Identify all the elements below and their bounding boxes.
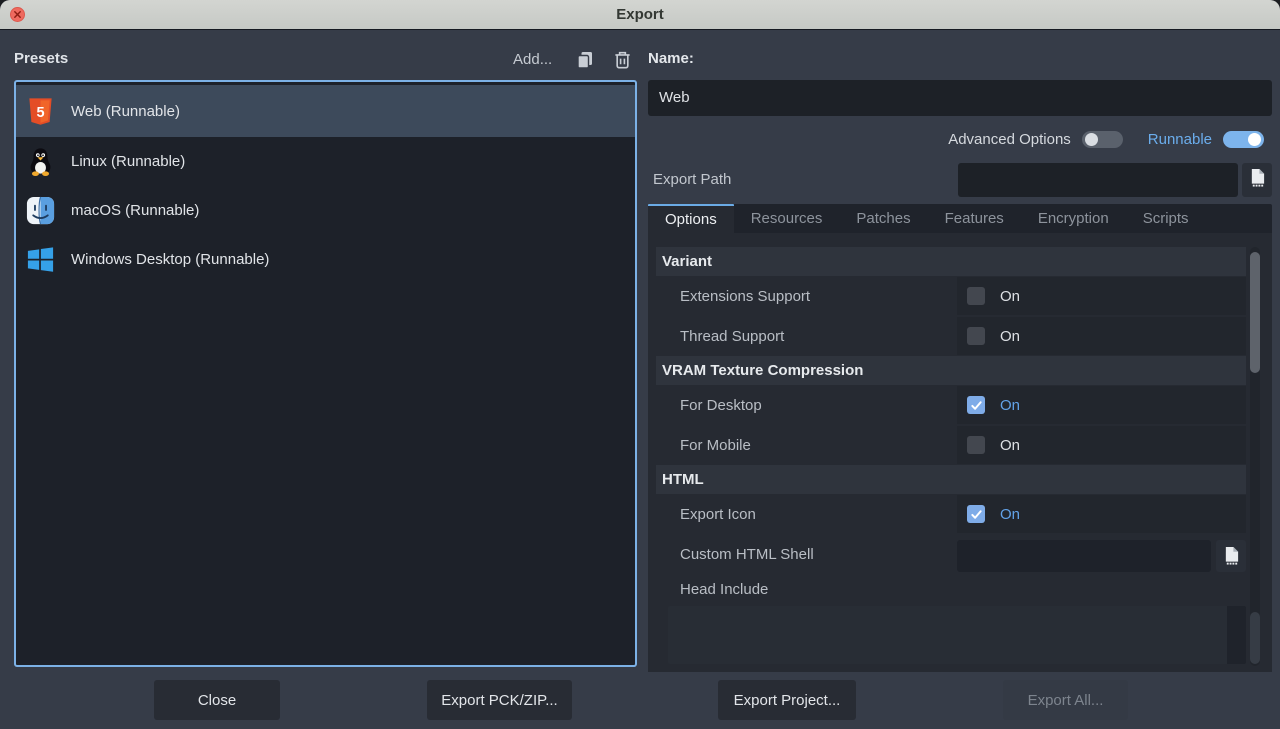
advanced-options-label: Advanced Options [948, 131, 1071, 148]
options-scrollbar-thumb-lower[interactable] [1250, 612, 1260, 664]
checkbox-state-label: On [1000, 506, 1020, 523]
property-label: For Desktop [656, 385, 957, 425]
property-label: Custom HTML Shell [656, 534, 957, 574]
property-value: On [957, 277, 1246, 315]
section-label: Variant [662, 253, 712, 270]
duplicate-icon [575, 50, 595, 70]
property-label: For Mobile [656, 425, 957, 465]
property-row-for-desktop: For Desktop On [656, 385, 1246, 425]
window-close-button[interactable] [10, 7, 25, 22]
preset-item-windows-desktop-runnable[interactable]: Windows Desktop (Runnable) [16, 235, 635, 284]
preset-item-label: macOS (Runnable) [71, 202, 199, 219]
preset-item-macos-runnable[interactable]: macOS (Runnable) [16, 186, 635, 235]
options-scrollbar-thumb[interactable] [1250, 252, 1260, 373]
head-include-textarea[interactable] [668, 606, 1246, 664]
preset-item-label: Windows Desktop (Runnable) [71, 251, 269, 268]
tab-resources[interactable]: Resources [734, 204, 840, 233]
property-value: On [957, 317, 1246, 355]
property-row-export-icon: Export Icon On [656, 494, 1246, 534]
property-label: Head Include [656, 574, 957, 604]
property-value: On [957, 386, 1246, 424]
custom-html-shell-browse-button[interactable] [1216, 540, 1246, 572]
property-value [957, 535, 1246, 573]
section-label: HTML [662, 471, 704, 488]
export-dialog: Export Presets Add... 5 Web (Runnable) Lin… [0, 0, 1280, 729]
checkbox-state-label: On [1000, 328, 1020, 345]
checkbox-for-mobile[interactable] [967, 436, 985, 454]
section-header-variant: Variant [656, 247, 1246, 276]
preset-list[interactable]: 5 Web (Runnable) Linux (Runnable) macOS (Ru… [14, 80, 637, 667]
titlebar[interactable]: Export [0, 0, 1280, 30]
checkbox-state-label: On [1000, 397, 1020, 414]
preset-item-label: Web (Runnable) [71, 103, 180, 120]
export-path-input[interactable] [958, 163, 1238, 197]
property-label: Thread Support [656, 316, 957, 356]
file-dialog-icon [1249, 168, 1266, 192]
options-panel: VariantExtensions SupportOnThread Suppor… [648, 233, 1272, 672]
tab-scripts[interactable]: Scripts [1126, 204, 1206, 233]
runnable-label: Runnable [1148, 131, 1212, 148]
section-label: VRAM Texture Compression [662, 362, 863, 379]
checkbox-state-label: On [1000, 437, 1020, 454]
property-row-extensions-support: Extensions Support On [656, 276, 1246, 316]
section-header-vram-texture-compression: VRAM Texture Compression [656, 356, 1246, 385]
export-path-browse-button[interactable] [1242, 163, 1272, 197]
toggles-row: Advanced Options Runnable [948, 128, 1264, 150]
preset-item-label: Linux (Runnable) [71, 153, 185, 170]
macos-icon [25, 195, 56, 226]
name-label: Name: [648, 50, 694, 67]
checkbox-state-label: On [1000, 288, 1020, 305]
property-value [957, 575, 1246, 603]
property-row-thread-support: Thread Support On [656, 316, 1246, 356]
property-label: Extensions Support [656, 276, 957, 316]
duplicate-preset-button[interactable] [574, 49, 596, 71]
checkbox-export-icon[interactable] [967, 505, 985, 523]
checkbox-thread-support[interactable] [967, 327, 985, 345]
export-pck-zip-button[interactable]: Export PCK/ZIP... [427, 680, 572, 720]
presets-header: Presets [14, 50, 68, 67]
close-icon [13, 10, 22, 19]
export-path-label: Export Path [653, 171, 731, 188]
property-value: On [957, 426, 1246, 464]
runnable-toggle[interactable] [1223, 131, 1264, 148]
export-project-button[interactable]: Export Project... [718, 680, 856, 720]
tab-patches[interactable]: Patches [839, 204, 927, 233]
property-row-for-mobile: For Mobile On [656, 425, 1246, 465]
delete-preset-button[interactable] [611, 49, 633, 71]
property-label: Export Icon [656, 494, 957, 534]
linux-icon [25, 146, 56, 177]
export-all-button: Export All... [1003, 680, 1128, 720]
checkbox-extensions-support[interactable] [967, 287, 985, 305]
checkbox-for-desktop[interactable] [967, 396, 985, 414]
property-row-head-include: Head Include [656, 574, 1246, 604]
advanced-options-toggle[interactable] [1082, 131, 1123, 148]
window-title: Export [0, 0, 1280, 29]
tab-features[interactable]: Features [928, 204, 1021, 233]
preset-item-web-runnable[interactable]: 5 Web (Runnable) [16, 85, 635, 137]
add-preset-button[interactable]: Add... [513, 51, 552, 68]
property-row-custom-html-shell: Custom HTML Shell [656, 534, 1246, 574]
windows-icon [25, 244, 56, 275]
html5-icon: 5 [25, 96, 56, 127]
tab-encryption[interactable]: Encryption [1021, 204, 1126, 233]
trash-icon [613, 50, 632, 70]
close-button[interactable]: Close [154, 680, 280, 720]
toggle-knob [1248, 133, 1261, 146]
svg-text:5: 5 [36, 104, 44, 120]
property-value: On [957, 495, 1246, 533]
toggle-knob [1085, 133, 1098, 146]
section-header-html: HTML [656, 465, 1246, 494]
name-input[interactable]: Web [648, 80, 1272, 116]
preset-item-linux-runnable[interactable]: Linux (Runnable) [16, 137, 635, 186]
custom-html-shell-input[interactable] [957, 540, 1211, 572]
textarea-scrollbar[interactable] [1227, 606, 1246, 664]
tab-bar: OptionsResourcesPatchesFeaturesEncryptio… [648, 204, 1272, 233]
tab-options[interactable]: Options [648, 204, 734, 233]
